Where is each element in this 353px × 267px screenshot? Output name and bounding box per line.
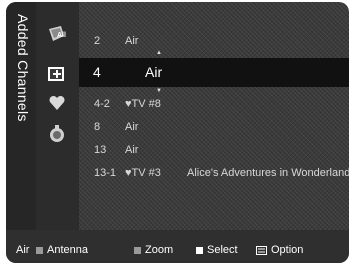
channel-type: Air (125, 144, 139, 156)
channel-row-selected[interactable]: 4 Air (79, 58, 349, 87)
antenna-label: Antenna (47, 244, 88, 256)
programmed-icon[interactable] (47, 124, 67, 144)
option-label: Option (271, 244, 304, 256)
channel-type: Air (125, 35, 139, 47)
title-bar: Added Channels (6, 2, 36, 230)
channel-row[interactable]: 4-2 ♥TV #8 (79, 94, 349, 116)
channel-number: 8 (94, 121, 101, 133)
select-key-icon (196, 246, 203, 254)
channel-number: 4-2 (94, 98, 110, 110)
screen: Added Channels All • (0, 0, 353, 267)
all-channels-icon[interactable]: All (47, 24, 67, 44)
channel-row[interactable]: 13-1 ♥TV #3 Alice's Adventures in Wonder… (79, 163, 349, 185)
channel-number: 13-1 (94, 167, 117, 179)
page-title: Added Channels (15, 14, 31, 122)
select-button[interactable]: Select (196, 244, 238, 256)
zoom-label: Zoom (145, 244, 174, 256)
channel-type: Air (125, 121, 139, 133)
source-label: Air (16, 244, 30, 256)
mode-icon-column: All • (36, 2, 87, 230)
up-arrow-icon[interactable]: ▲ (156, 50, 162, 56)
channel-type: Air (145, 64, 163, 80)
footer-bar: Air Antenna Zoom Select Option (6, 230, 349, 263)
channel-number: 2 (94, 35, 101, 47)
channel-type: ♥TV #8 (125, 98, 161, 110)
channel-number: 13 (94, 144, 107, 156)
favorite-heart-icon[interactable] (47, 93, 67, 113)
select-label: Select (207, 244, 238, 256)
zoom-key-icon (134, 246, 141, 254)
edit-channel-icon[interactable] (47, 64, 67, 84)
channel-row[interactable]: 13 Air (79, 140, 349, 162)
channel-number: 4 (93, 64, 101, 80)
antenna-key-icon (36, 246, 43, 254)
antenna-button[interactable]: Antenna (36, 244, 88, 256)
channel-row[interactable]: 8 Air (79, 117, 349, 139)
zoom-button[interactable]: Zoom (134, 244, 173, 256)
channel-row[interactable]: 2 Air (79, 31, 349, 53)
option-button[interactable]: Option (256, 244, 303, 256)
channel-type: ♥TV #3 (125, 167, 161, 179)
program-title: Alice's Adventures in Wonderland (187, 167, 349, 179)
all-badge: All (57, 32, 66, 39)
channel-list-panel: Added Channels All • (6, 2, 349, 263)
channel-list: 2 Air ▲ 4 Air ▼ 4-2 ♥TV #8 8 Air 13 Air (79, 2, 349, 230)
option-icon (256, 245, 267, 255)
